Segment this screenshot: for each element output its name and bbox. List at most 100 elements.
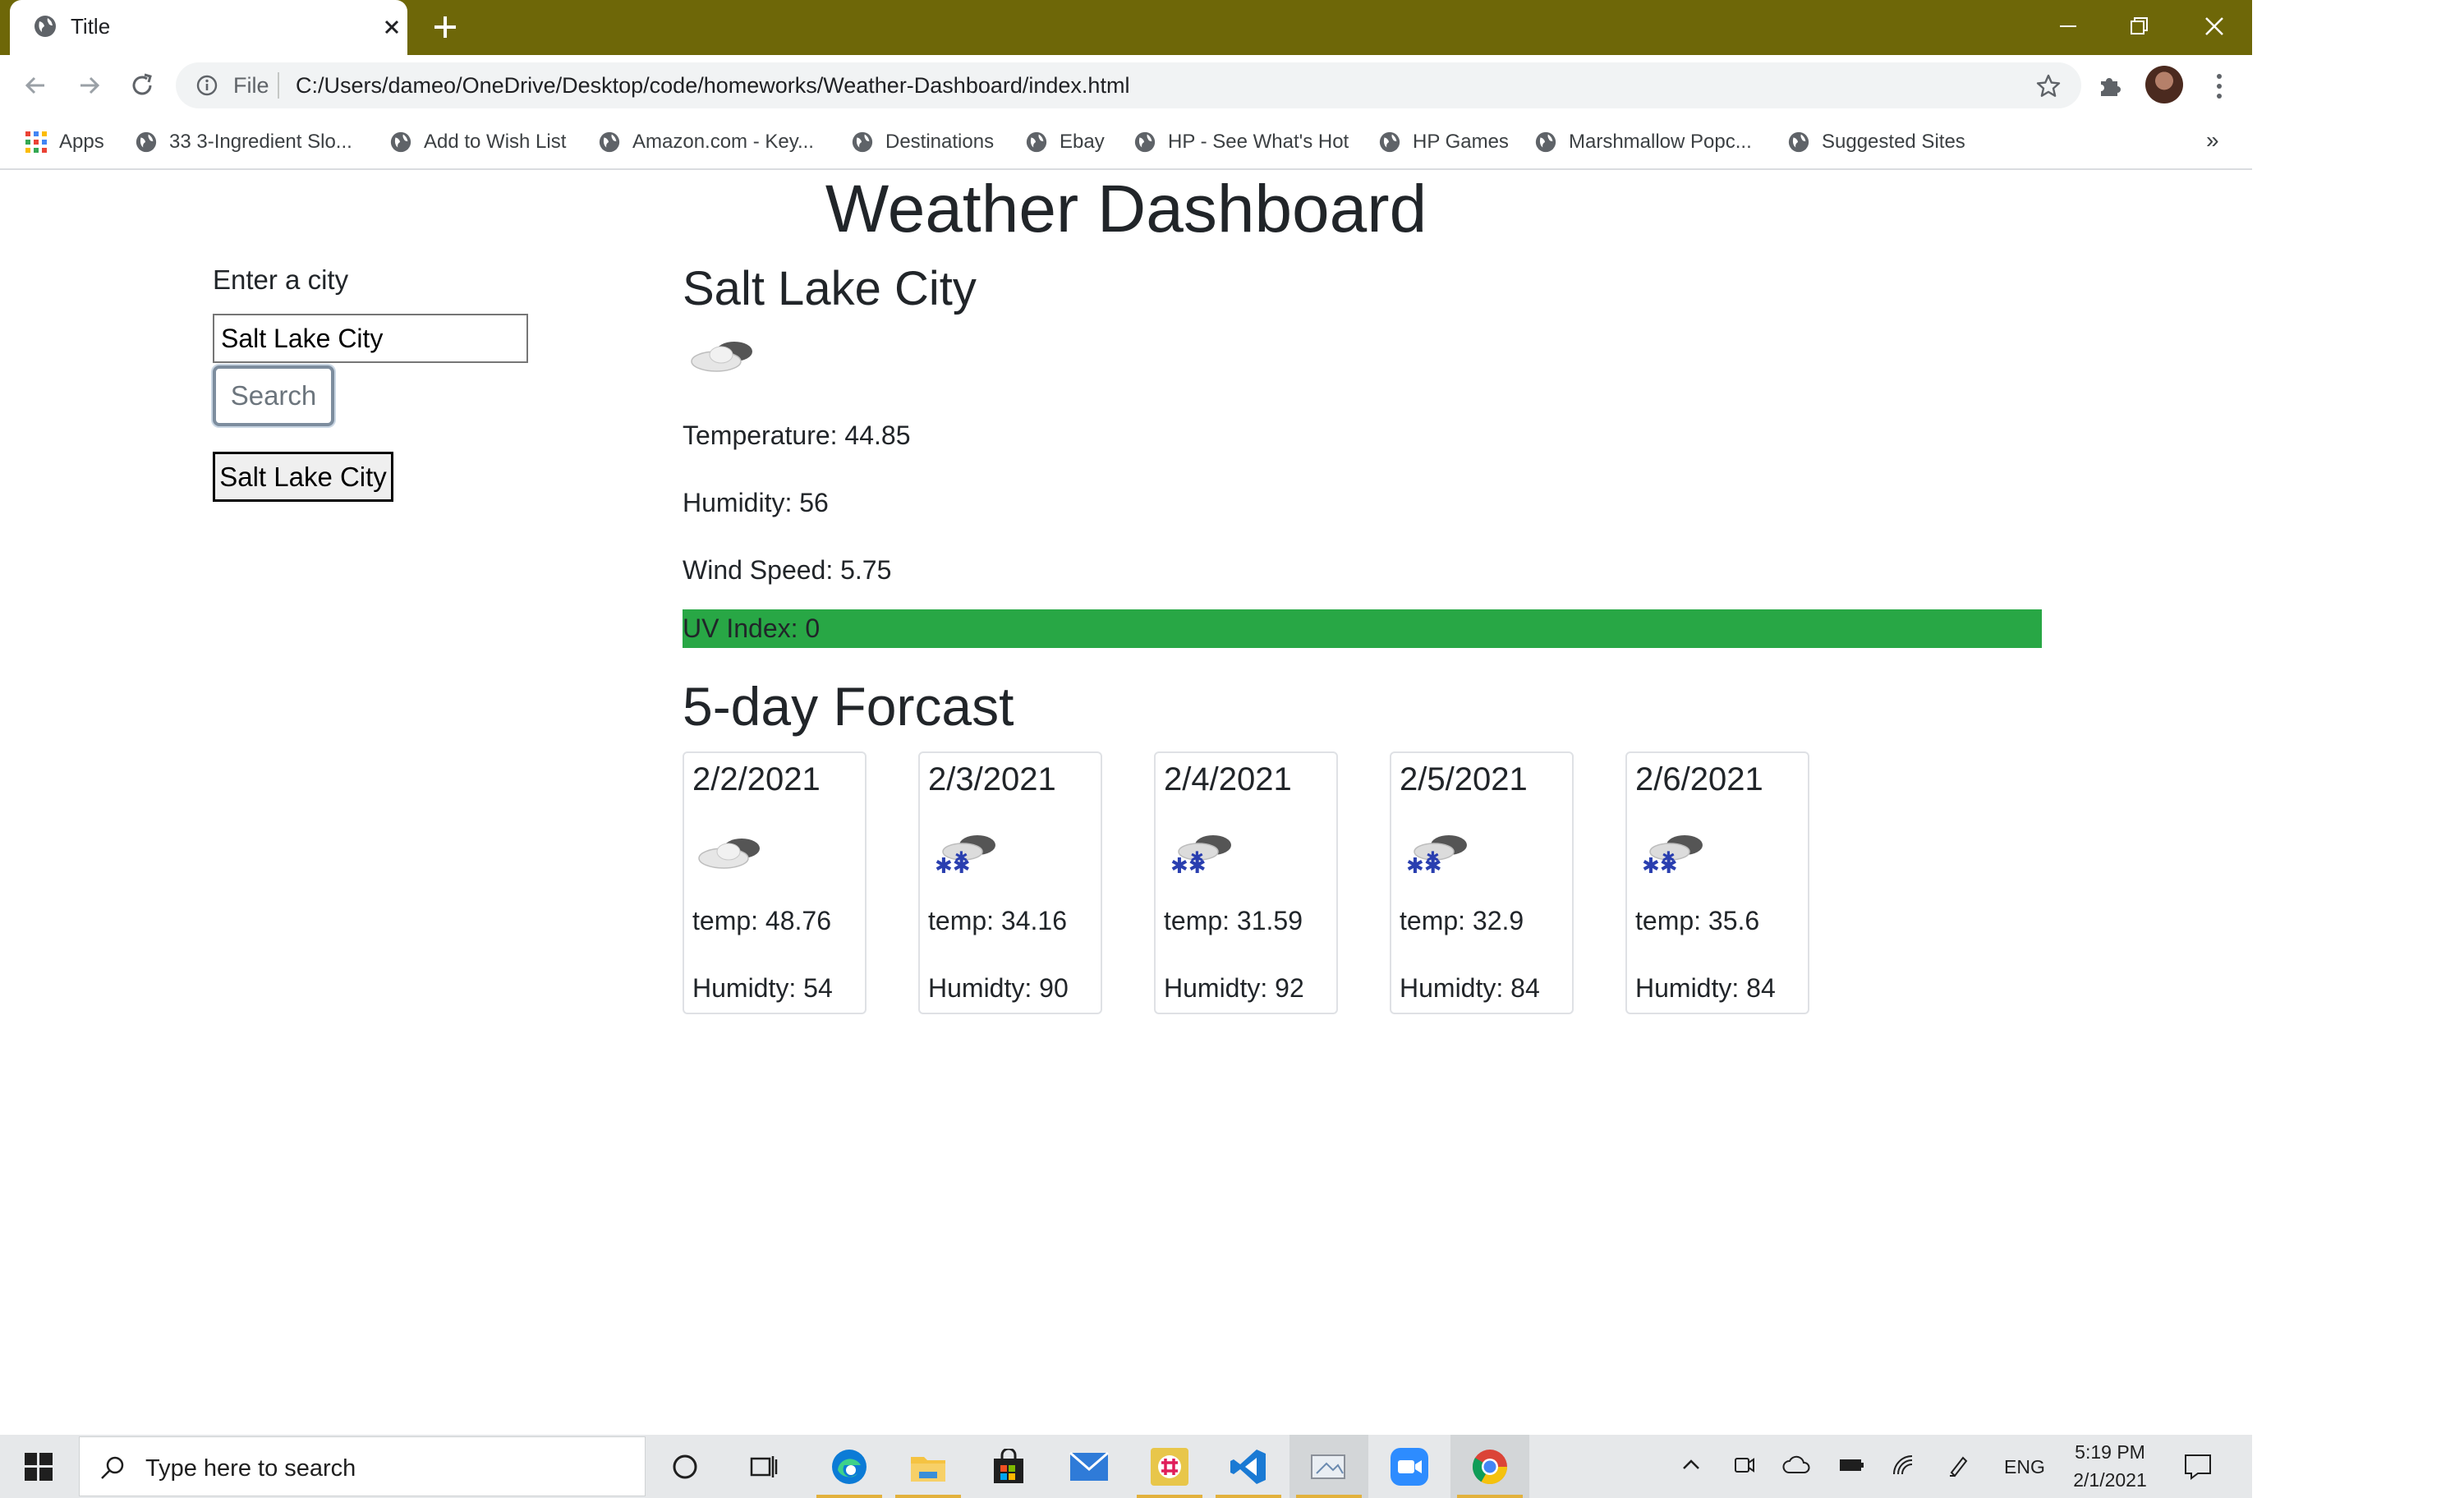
- forward-icon[interactable]: [74, 70, 105, 101]
- cortana-circle-icon: [673, 1454, 697, 1478]
- meet-now-icon[interactable]: [1731, 1453, 1756, 1477]
- taskbar-zoom[interactable]: [1370, 1435, 1449, 1498]
- extensions-puzzle-icon[interactable]: [2096, 70, 2126, 99]
- bookmark-label: HP - See What's Hot: [1168, 131, 1349, 153]
- city-search-input[interactable]: [213, 314, 528, 363]
- folder-icon: [911, 1456, 945, 1482]
- search-icon: [101, 1456, 124, 1479]
- new-tab-icon[interactable]: [430, 11, 461, 43]
- bookmark-label: Marshmallow Popc...: [1569, 131, 1752, 153]
- task-view-button[interactable]: [724, 1435, 803, 1498]
- bookmark-item[interactable]: Amazon.com - Key...: [598, 116, 814, 168]
- globe-icon: [390, 131, 411, 153]
- current-city-heading: Salt Lake City: [683, 262, 977, 315]
- cortana-button[interactable]: [646, 1435, 724, 1498]
- forecast-card: 2/2/2021 temp: 48.76 Humidty: 54: [683, 751, 867, 1014]
- bookmark-label: Add to Wish List: [424, 131, 567, 153]
- globe-icon: [1134, 131, 1156, 153]
- forecast-date: 2/3/2021: [928, 761, 1056, 797]
- taskbar-screen-app[interactable]: [1289, 1435, 1368, 1498]
- browser-toolbar: File C:/Users/dameo/OneDrive/Desktop/cod…: [0, 55, 2252, 116]
- search-button[interactable]: Search: [213, 365, 334, 426]
- forecast-temp: temp: 48.76: [692, 906, 831, 935]
- tab-active[interactable]: Title: [10, 0, 407, 55]
- forecast-temp: temp: 34.16: [928, 906, 1067, 935]
- info-icon[interactable]: [195, 74, 218, 97]
- tab-bar: Title: [0, 0, 2252, 55]
- svg-text:✱: ✱: [1426, 848, 1440, 867]
- forecast-humidity: Humidty: 54: [692, 973, 833, 1003]
- address-bar[interactable]: File C:/Users/dameo/OneDrive/Desktop/cod…: [176, 62, 2081, 108]
- browser-menu-icon[interactable]: [2211, 71, 2227, 101]
- language-indicator[interactable]: ENG: [2004, 1456, 2045, 1478]
- forecast-humidity: Humidty: 84: [1635, 973, 1776, 1003]
- taskbar-store[interactable]: [969, 1435, 1048, 1498]
- taskbar-vscode[interactable]: [1209, 1435, 1288, 1498]
- close-tab-icon[interactable]: [378, 13, 406, 41]
- bookmark-label: Suggested Sites: [1822, 131, 1965, 153]
- current-temperature: Temperature: 44.85: [683, 420, 911, 450]
- restore-icon[interactable]: [2124, 11, 2154, 41]
- forecast-heading: 5-day Forcast: [683, 676, 1014, 737]
- bookmark-label: HP Games: [1413, 131, 1509, 153]
- zoom-video-icon: [1391, 1447, 1428, 1486]
- svg-text:✱: ✱: [954, 848, 968, 867]
- reload-icon[interactable]: [126, 70, 158, 101]
- taskbar-search-placeholder: Type here to search: [145, 1455, 356, 1482]
- onedrive-cloud-icon[interactable]: [1782, 1453, 1812, 1477]
- snow-icon: ✱✱ ✱: [935, 835, 995, 878]
- bookmark-item[interactable]: 33 3-Ingredient Slo...: [135, 116, 352, 168]
- bookmark-star-icon[interactable]: [2035, 73, 2062, 99]
- forecast-temp: temp: 31.59: [1164, 906, 1303, 935]
- pen-icon[interactable]: [1947, 1453, 1971, 1477]
- tab-title: Title: [71, 14, 111, 39]
- taskbar-mail[interactable]: [1050, 1435, 1129, 1498]
- cloudy-icon: [698, 839, 760, 869]
- bookmark-item[interactable]: HP Games: [1378, 116, 1509, 168]
- battery-icon[interactable]: [1837, 1453, 1866, 1477]
- forecast-temp: temp: 35.6: [1635, 906, 1760, 935]
- taskbar-search-box[interactable]: Type here to search: [79, 1436, 646, 1496]
- taskbar-chrome[interactable]: [1450, 1435, 1529, 1498]
- bookmark-item[interactable]: Ebay: [1025, 116, 1105, 168]
- wifi-icon[interactable]: [1891, 1453, 1917, 1477]
- forecast-humidity: Humidty: 92: [1164, 973, 1304, 1003]
- forecast-humidity: Humidty: 84: [1400, 973, 1540, 1003]
- globe-icon: [599, 131, 620, 153]
- uv-index-bar: UV Index: 0: [683, 609, 2042, 648]
- address-url[interactable]: C:/Users/dameo/OneDrive/Desktop/code/hom…: [296, 73, 1129, 99]
- bookmark-label: 33 3-Ingredient Slo...: [169, 131, 352, 153]
- clock-date[interactable]: 2/1/2021: [2068, 1469, 2152, 1491]
- minimize-icon[interactable]: [2053, 11, 2083, 41]
- task-view-icon: [750, 1455, 778, 1477]
- taskbar-edge[interactable]: [810, 1435, 889, 1498]
- show-hidden-icons-chevron-icon[interactable]: [1679, 1453, 1703, 1477]
- bookmark-item[interactable]: Marshmallow Popc...: [1534, 116, 1752, 168]
- store-bag-icon: [994, 1448, 1023, 1483]
- close-window-icon[interactable]: [2200, 11, 2229, 41]
- current-humidity: Humidity: 56: [683, 488, 829, 517]
- current-wind-speed: Wind Speed: 5.75: [683, 555, 892, 585]
- forecast-card: 2/6/2021 ✱✱ ✱ temp: 35.6 Humidty: 84: [1625, 751, 1809, 1014]
- back-icon[interactable]: [20, 70, 51, 101]
- bookmark-item[interactable]: Suggested Sites: [1787, 116, 1965, 168]
- bookmarks-overflow-button[interactable]: »: [2206, 127, 2219, 154]
- profile-avatar[interactable]: [2145, 66, 2183, 103]
- taskbar-file-explorer[interactable]: [889, 1435, 968, 1498]
- bookmark-item[interactable]: Add to Wish List: [389, 116, 566, 168]
- taskbar-slack[interactable]: [1130, 1435, 1209, 1498]
- apps-grid-icon: [25, 131, 47, 153]
- bookmark-apps[interactable]: Apps: [25, 116, 104, 168]
- clock-time[interactable]: 5:19 PM: [2073, 1441, 2147, 1464]
- vscode-icon: [1230, 1449, 1266, 1484]
- svg-text:✱: ✱: [1662, 848, 1676, 867]
- bookmark-item[interactable]: Destinations: [851, 116, 994, 168]
- bookmark-label: Apps: [59, 131, 104, 153]
- forecast-card: 2/4/2021 ✱✱ ✱ temp: 31.59 Humidty: 92: [1154, 751, 1338, 1014]
- windows-start-icon[interactable]: [25, 1453, 53, 1481]
- globe-icon: [136, 131, 157, 153]
- notification-icon[interactable]: [2183, 1453, 2213, 1481]
- search-history-button[interactable]: Salt Lake City: [213, 452, 393, 502]
- forecast-date: 2/5/2021: [1400, 761, 1528, 797]
- bookmark-item[interactable]: HP - See What's Hot: [1133, 116, 1349, 168]
